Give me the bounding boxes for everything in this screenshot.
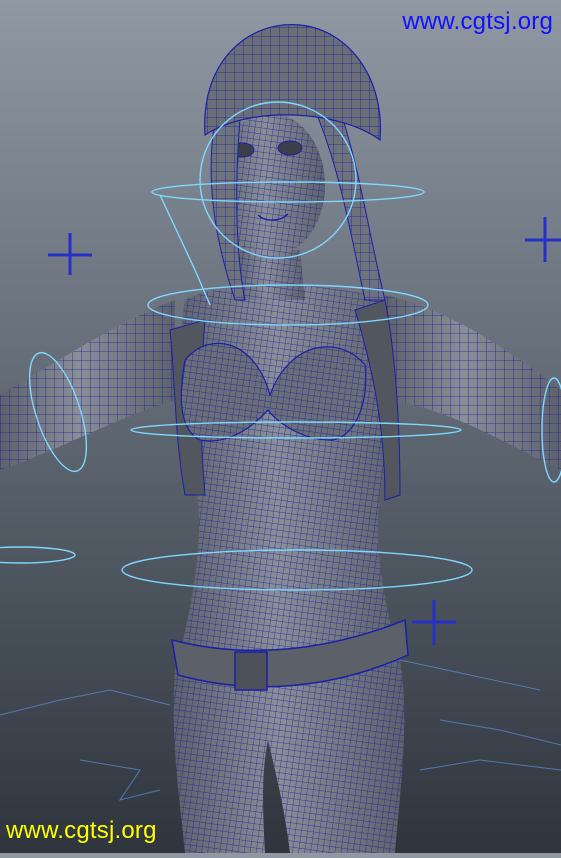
pole-vector-hip bbox=[412, 600, 456, 645]
scene-canvas bbox=[0, 24, 561, 853]
pole-vector-left bbox=[48, 233, 92, 275]
pole-vector-right bbox=[525, 217, 561, 262]
ik-line bbox=[159, 194, 211, 306]
hip-ring-left bbox=[0, 546, 76, 564]
watermark-top: www.cgtsj.org bbox=[402, 8, 553, 35]
maya-viewport[interactable]: www.cgtsj.org www.cgtsj.org bbox=[0, 0, 561, 853]
belt-buckle bbox=[234, 651, 268, 691]
watermark-bottom: www.cgtsj.org bbox=[6, 817, 157, 844]
character-mesh bbox=[0, 24, 561, 853]
